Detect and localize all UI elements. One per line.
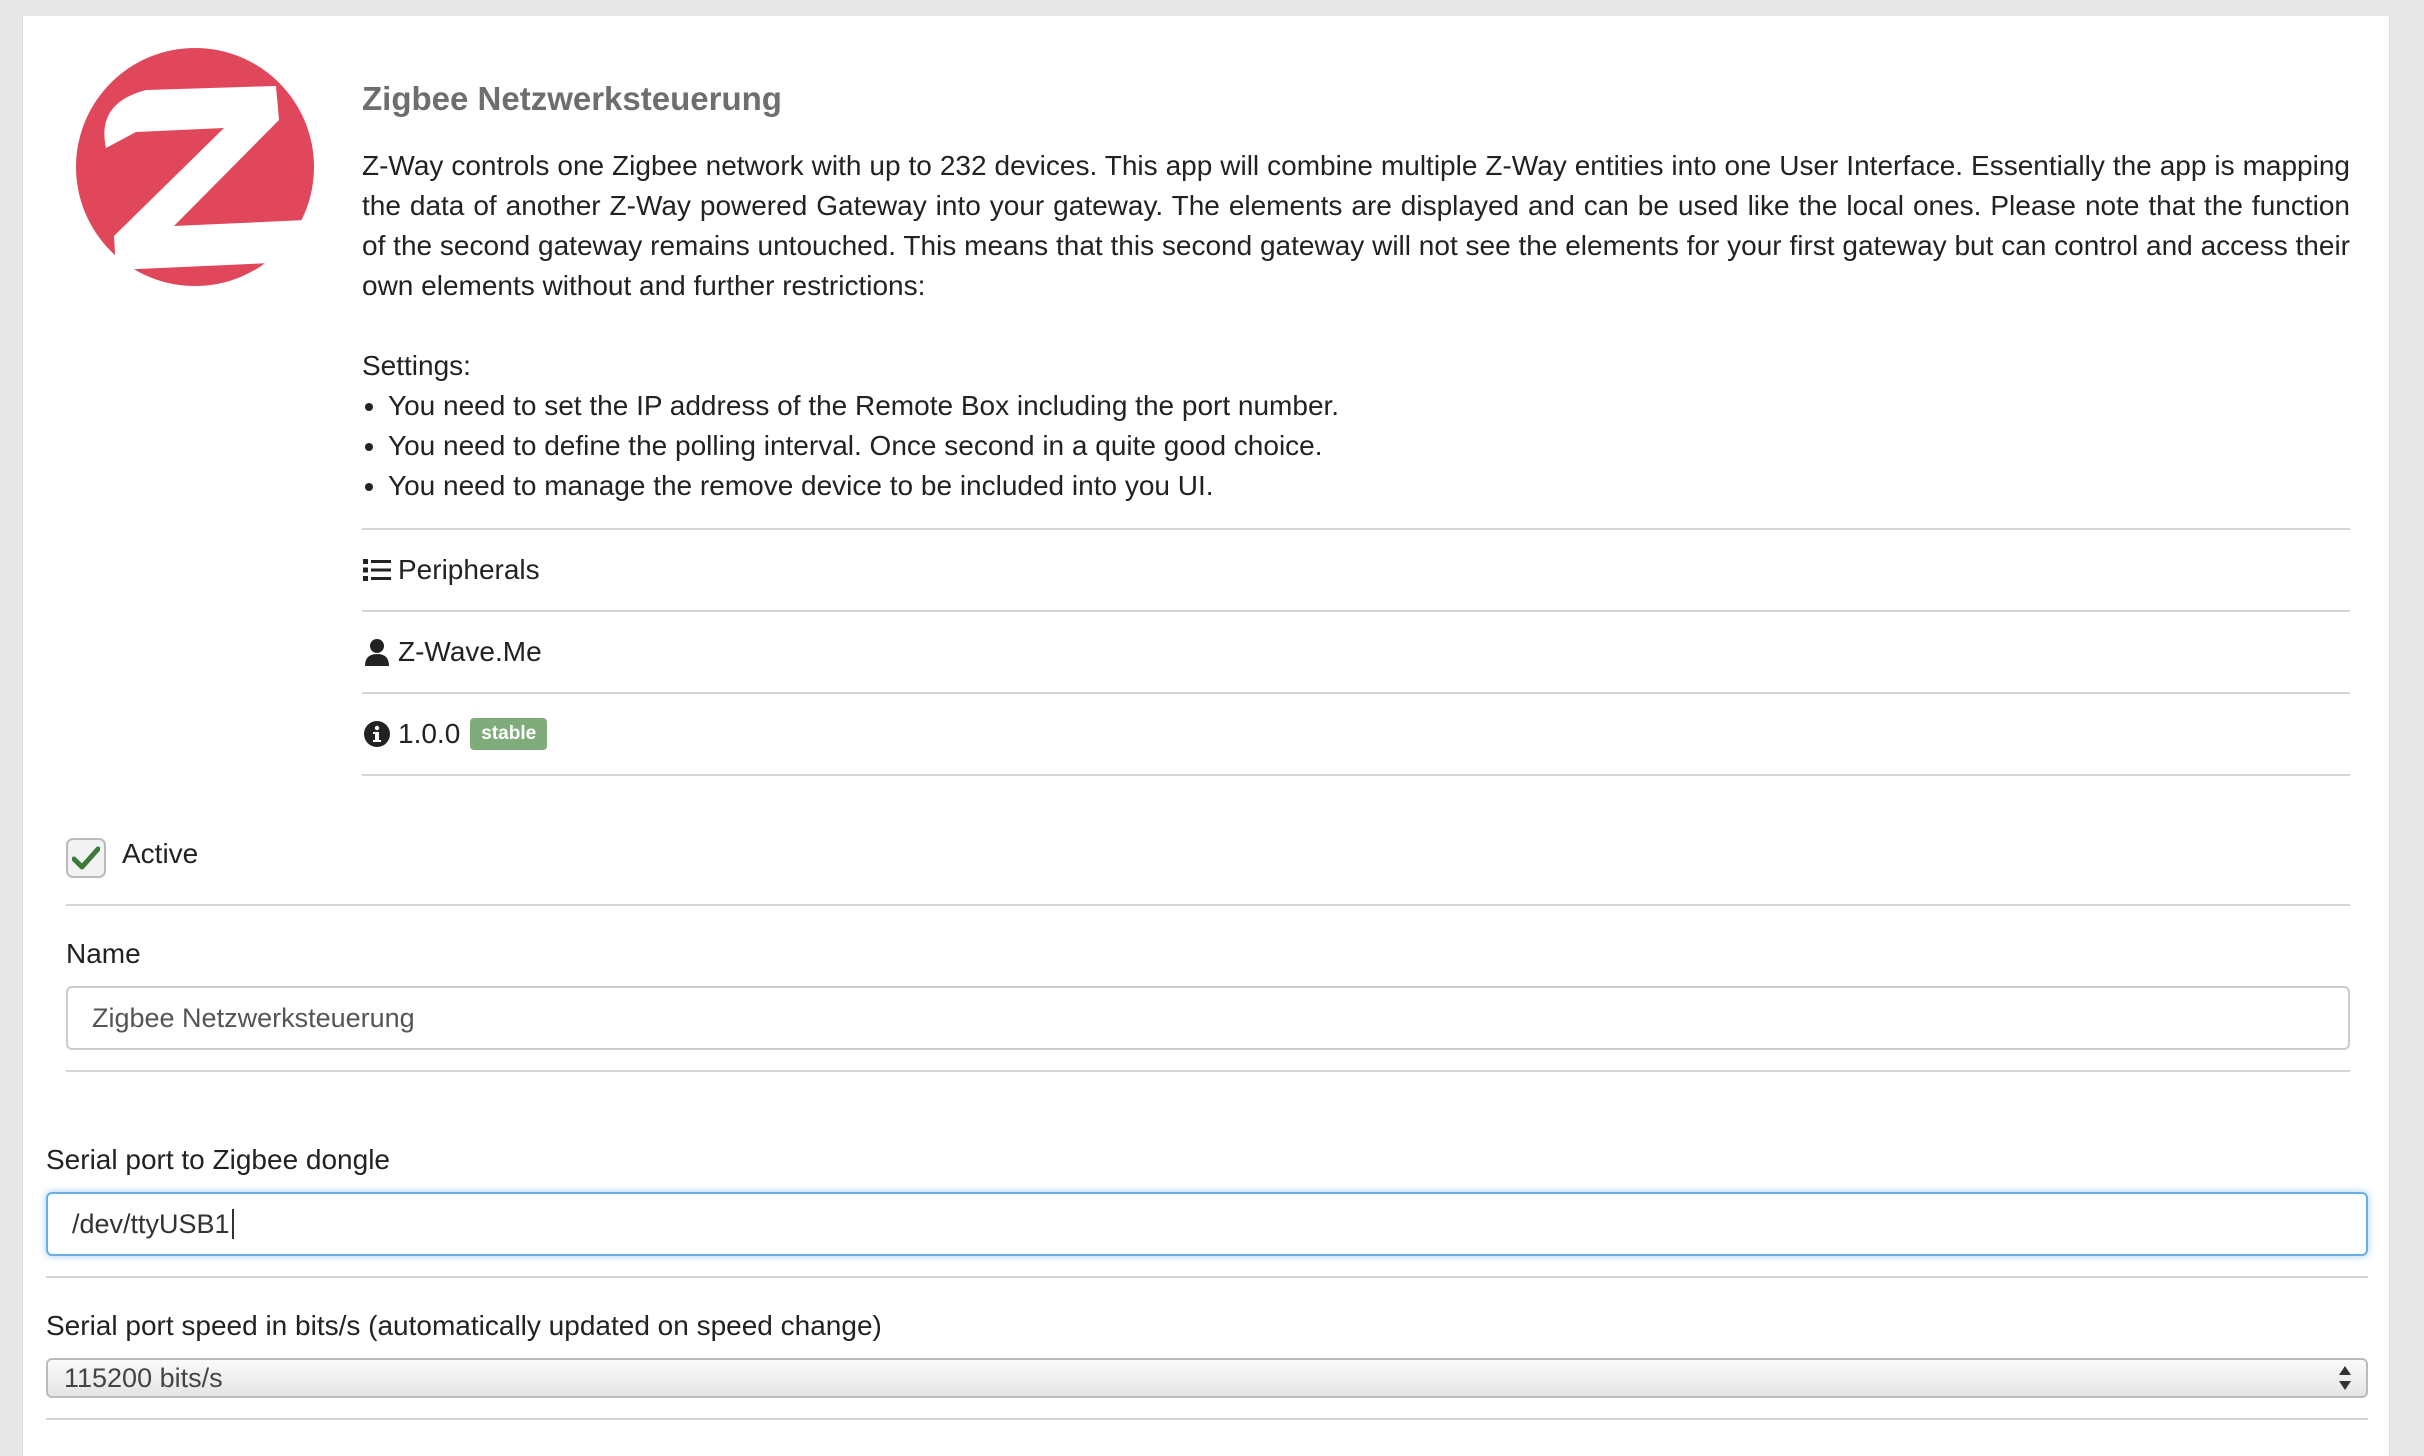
settings-item: You need to define the polling interval.… [388,426,2350,466]
settings-item: You need to set the IP address of the Re… [388,386,2350,426]
user-icon [362,637,392,667]
active-row: Active [66,826,2350,906]
active-checkbox[interactable] [66,838,106,878]
divider [46,1418,2368,1420]
info-circle-icon [362,719,392,749]
app-info: Zigbee Netzwerksteuerung Z-Way controls … [362,70,2350,776]
settings-item: You need to manage the remove device to … [388,466,2350,506]
author-label: Z-Wave.Me [398,636,542,667]
app-title: Zigbee Netzwerksteuerung [362,80,782,117]
text-cursor [231,1209,234,1239]
serial-speed-select[interactable]: 115200 bits/s [46,1358,2368,1398]
app-meta: Peripherals Z-Wave.Me 1.0.0 stable [362,528,2350,776]
serial-speed-value: 115200 bits/s [64,1362,223,1393]
settings-list: You need to set the IP address of the Re… [362,386,2350,506]
version-row: 1.0.0 stable [362,692,2350,776]
serial-port-input-value: /dev/ttyUSB1 [72,1208,230,1239]
list-icon [362,555,392,585]
category-label: Peripherals [398,554,540,585]
version-label: 1.0.0 [398,718,461,749]
name-input-value: Zigbee Netzwerksteuerung [92,1002,415,1033]
zigbee-logo-icon [76,48,314,286]
serial-port-input[interactable]: /dev/ttyUSB1 [46,1192,2368,1256]
name-input[interactable]: Zigbee Netzwerksteuerung [66,986,2350,1050]
checkmark-icon [72,846,100,870]
app-description: Z-Way controls one Zigbee network with u… [362,150,2350,301]
divider [66,1070,2350,1072]
divider [46,1276,2368,1278]
settings-heading: Settings: [362,350,471,381]
serial-port-label: Serial port to Zigbee dongle [46,1144,390,1175]
category-row: Peripherals [362,528,2350,610]
serial-speed-label: Serial port speed in bits/s (automatical… [46,1310,882,1341]
name-label: Name [66,938,141,969]
active-label: Active [122,838,199,869]
select-arrows-icon [2338,1364,2352,1392]
maturity-badge: stable [470,718,548,750]
author-row: Z-Wave.Me [362,610,2350,692]
